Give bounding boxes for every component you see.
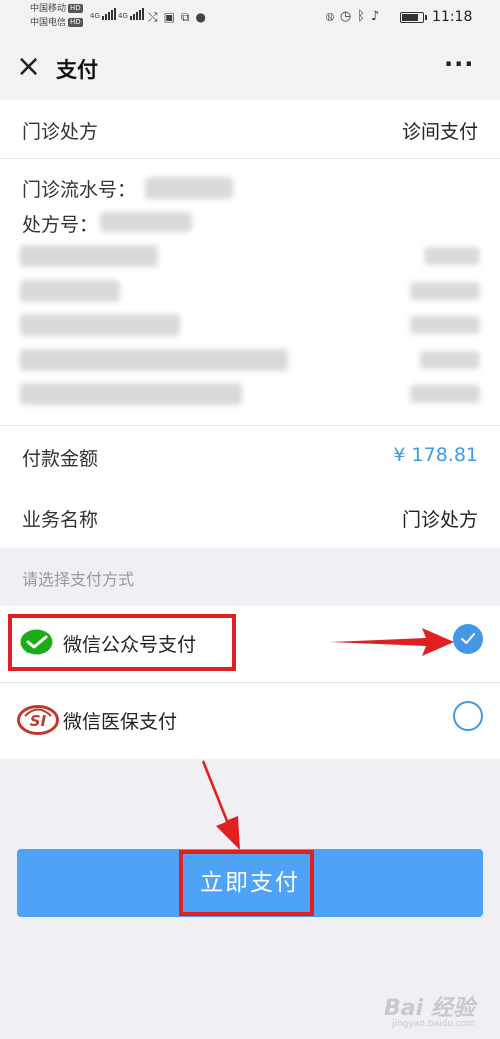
more-icon[interactable]: ··· <box>444 50 474 78</box>
pay-method-medical-insurance[interactable]: SI 微信医保支付 <box>0 683 500 759</box>
page-title: 支付 <box>56 58 98 82</box>
watermark-url: jingyan.baidu.com <box>392 1019 476 1029</box>
carrier-1: 中国移动 HD <box>30 4 83 15</box>
bluetooth-icon: ᛒ <box>357 9 371 24</box>
nav-bar: × 支付 ··· <box>0 34 500 100</box>
signal-2-icon: 4G <box>118 8 145 20</box>
net-type: 4G <box>118 12 128 20</box>
redacted-item-price <box>410 385 480 403</box>
redacted-item-name <box>20 349 288 371</box>
annotation-highlight-box <box>179 850 314 916</box>
prescription-details: 门诊流水号： 处方号： <box>0 159 500 425</box>
summary-panel: 付款金额 ¥ 178.81 业务名称 门诊处方 <box>0 426 500 548</box>
alarm-icon: ◷ <box>339 9 358 24</box>
amount-value: ¥ 178.81 <box>393 444 478 466</box>
annotation-arrow-down-icon <box>202 760 240 850</box>
briefcase-icon: ▣ <box>163 10 181 24</box>
radio-selected[interactable] <box>453 624 483 654</box>
alipay-icon: ⧉ <box>180 10 196 24</box>
carrier-1-name: 中国移动 <box>30 4 67 14</box>
notification-icons: ⤭▣⧉● <box>148 10 212 25</box>
redacted-item-name <box>20 383 242 405</box>
close-icon[interactable]: × <box>16 52 42 82</box>
amount-label: 付款金额 <box>22 448 99 470</box>
prescription-row: 门诊处方 诊间支付 <box>0 100 500 158</box>
redacted-item-name <box>20 280 120 302</box>
radio-unselected[interactable] <box>453 701 483 731</box>
business-value: 门诊处方 <box>401 509 478 531</box>
carrier-2-name: 中国电信 <box>30 18 67 28</box>
svg-text:SI: SI <box>30 712 47 730</box>
system-icons: Ⓝ◷ᛒ♪ <box>326 9 385 24</box>
redacted-item-price <box>420 351 480 369</box>
redacted-item-price <box>410 316 480 334</box>
wechat-notify-icon: ● <box>195 10 213 24</box>
watermark-logo: Bai 经验 <box>384 996 475 1021</box>
annotation-highlight-box <box>8 614 236 671</box>
battery-icon <box>400 12 427 23</box>
redacted-item-name <box>20 314 180 336</box>
mute-icon: ♪ <box>370 9 386 24</box>
status-bar: 中国移动 HD 中国电信 HD 4G 4G ⤭▣⧉● Ⓝ◷ᛒ♪ 11:18 <box>0 0 500 34</box>
payment-method-hint: 请选择支付方式 <box>22 570 135 589</box>
hd-badge: HD <box>68 4 83 13</box>
business-label: 业务名称 <box>22 509 99 531</box>
si-icon: SI <box>17 705 59 735</box>
serial-number-label: 门诊流水号： <box>22 179 137 201</box>
prescription-value: 诊间支付 <box>401 121 478 143</box>
redacted-rx-number <box>100 212 192 232</box>
redacted-item-name <box>20 245 158 267</box>
carrier-2: 中国电信 HD <box>30 18 83 29</box>
nfc-icon: Ⓝ <box>326 9 340 24</box>
redacted-item-price <box>410 282 480 300</box>
signal-1-icon: 4G <box>90 8 117 20</box>
redacted-item-price <box>424 247 480 265</box>
redacted-serial-number <box>145 177 233 199</box>
pay-method-label: 微信医保支付 <box>63 711 178 733</box>
prescription-label: 门诊处方 <box>22 121 99 143</box>
missed-call-icon: ⤭ <box>148 10 164 24</box>
clock: 11:18 <box>432 9 473 25</box>
rx-number-label: 处方号： <box>22 214 99 236</box>
hd-badge: HD <box>68 18 83 27</box>
check-icon <box>461 633 475 644</box>
annotation-arrow-right-icon <box>330 628 454 656</box>
net-type: 4G <box>90 12 100 20</box>
battery-fill <box>402 14 418 21</box>
